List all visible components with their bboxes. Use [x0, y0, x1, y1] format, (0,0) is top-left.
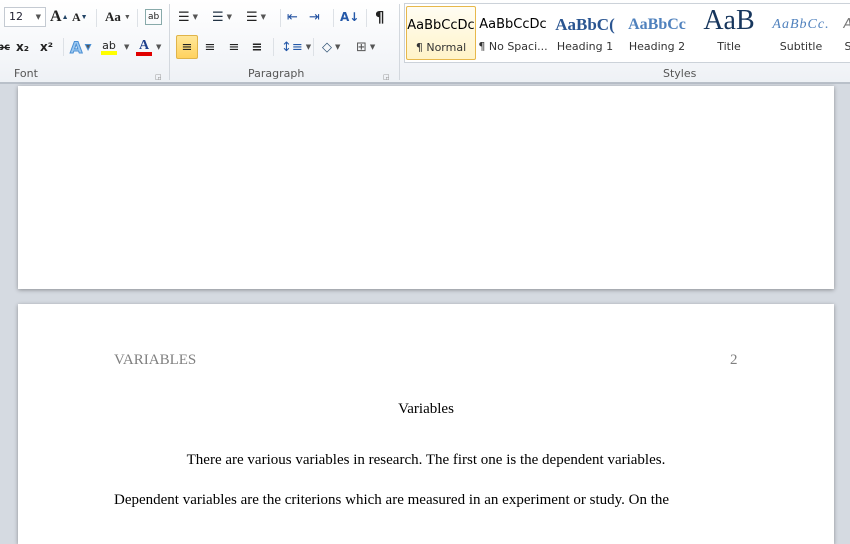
borders-button[interactable]: ⊞ ▼ — [356, 36, 375, 58]
style-normal[interactable]: AaBbCcDc ¶ Normal — [406, 6, 476, 60]
style-subtitle[interactable]: AaBbCc. Subtitle — [766, 6, 836, 60]
page-number: 2 — [730, 352, 738, 368]
multilevel-list-button[interactable]: ☰ ▼ — [246, 6, 266, 28]
shading-button[interactable]: ◇ ▼ — [322, 36, 340, 58]
superscript-button[interactable]: x² — [40, 36, 53, 58]
running-head: VARIABLES — [114, 352, 197, 368]
styles-gallery: AaBbCcDc ¶ Normal AaBbCcDc ¶ No Spaci... A… — [404, 3, 850, 63]
line-spacing-button[interactable]: ↕≡ ▼ — [281, 36, 311, 58]
page-1[interactable] — [18, 86, 834, 289]
styles-group-label: Styles — [663, 67, 697, 80]
paragraph-dialog-launcher-icon[interactable]: ◲ — [383, 66, 390, 88]
shrink-font-button[interactable]: A ▼ — [72, 6, 88, 28]
paragraph-2: Dependent variables are the criterions w… — [114, 492, 670, 508]
grow-font-button[interactable]: A ▲ — [50, 6, 69, 28]
subscript-button[interactable]: x₂ — [16, 36, 29, 58]
style-heading-1[interactable]: AaBbC(Heading 1 — [550, 6, 620, 60]
font-dialog-launcher-icon[interactable]: ◲ — [155, 66, 162, 88]
font-group-label: Font — [14, 67, 38, 80]
numbering-button[interactable]: ☰ ▼ — [212, 6, 232, 28]
paragraph-group-label: Paragraph — [248, 67, 305, 80]
font-size-select[interactable]: 12 ▼ — [4, 7, 46, 27]
justify-button[interactable]: ≡ — [248, 36, 266, 58]
font-color-dropdown[interactable]: ▼ — [153, 36, 161, 58]
strikethrough-button[interactable]: abc — [0, 36, 10, 58]
style-title[interactable]: AaB Title — [694, 6, 764, 60]
text-highlight-button[interactable]: ab — [101, 36, 117, 58]
show-formatting-marks-button[interactable]: ¶ — [375, 6, 385, 28]
page-2[interactable]: VARIABLES 2 Variables There are various … — [18, 304, 834, 544]
ribbon: 12▼ A▲ A▼ Aa▼ ab abc x₂ x² A▼ ab ▼ A ▼ F… — [0, 0, 850, 84]
highlight-dropdown[interactable]: ▼ — [121, 36, 129, 58]
align-left-button[interactable]: ≡ — [176, 35, 198, 59]
paragraph-1: There are various variables in research.… — [186, 452, 666, 468]
increase-indent-button[interactable]: ⇥ — [309, 6, 320, 28]
decrease-indent-button[interactable]: ⇤ — [287, 6, 298, 28]
font-color-button[interactable]: A — [136, 36, 152, 58]
font-size-value: 12 — [9, 10, 23, 23]
sort-button[interactable]: A↓ — [340, 6, 359, 28]
center-button[interactable]: ≡ — [201, 36, 219, 58]
style-more[interactable]: AS — [838, 6, 850, 60]
style-heading-2[interactable]: AaBbCc Heading 2 — [622, 6, 692, 60]
clear-formatting-button[interactable]: ab — [145, 9, 163, 25]
style-no-spacing[interactable]: AaBbCcDc ¶ No Spaci... — [478, 6, 548, 60]
text-effects-button[interactable]: A ▼ — [69, 36, 91, 58]
align-right-button[interactable]: ≡ — [225, 36, 243, 58]
bullets-button[interactable]: ☰ ▼ — [178, 6, 198, 28]
change-case-button[interactable]: Aa ▼ — [105, 6, 131, 28]
document-title: Variables — [398, 401, 454, 417]
